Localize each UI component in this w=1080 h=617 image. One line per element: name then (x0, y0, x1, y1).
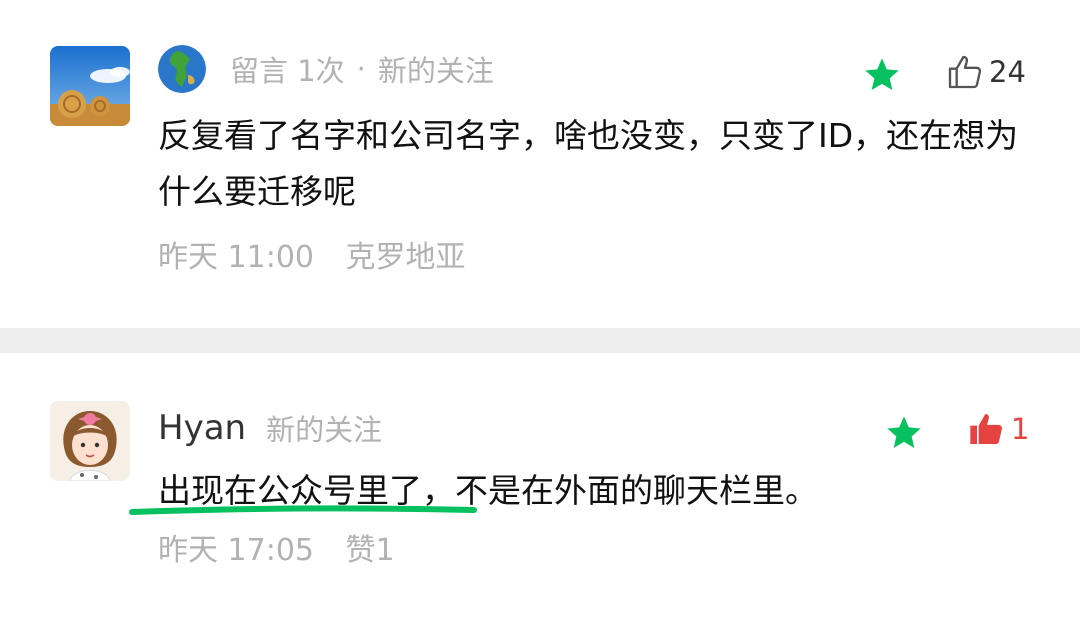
nickname[interactable]: Hyan (158, 408, 246, 448)
avatar[interactable] (50, 401, 130, 481)
comment-footer: 昨天 17:05 赞1 (158, 525, 395, 569)
star-icon[interactable] (862, 55, 902, 95)
like-button[interactable]: 24 (945, 52, 1026, 92)
comment-item: 留言 1次 · 新的关注 24 反复看了名字和公司名字，啥也没变，只变了ID，还… (0, 0, 1080, 328)
comment-location: 克罗地亚 (345, 240, 466, 275)
like-button[interactable]: 1 (967, 409, 1029, 449)
comment-time: 昨天 11:00 (158, 240, 314, 275)
thumbs-up-filled-icon (970, 414, 1002, 444)
comment-header: Hyan 新的关注 (158, 403, 382, 453)
comment-header: 留言 1次 · 新的关注 (158, 44, 494, 94)
comment-item: Hyan 新的关注 1 出现在公众号里了，不是在外面的聊天栏里。 昨天 17:0… (0, 353, 1080, 617)
separator-dot: · (356, 52, 366, 86)
avatar[interactable] (50, 46, 130, 126)
star-icon[interactable] (884, 413, 924, 453)
section-divider (0, 328, 1080, 353)
likes-footer: 赞1 (345, 533, 395, 568)
comment-text: 反复看了名字和公司名字，啥也没变，只变了ID，还在想为什么要迁移呢 (158, 116, 1019, 211)
comment-footer: 昨天 11:00 克罗地亚 (158, 232, 466, 276)
new-follower-label: 新的关注 (377, 54, 494, 88)
comment-count-label: 留言 1次 (230, 54, 345, 88)
globe-avatar-icon[interactable] (158, 45, 206, 93)
like-count: 24 (989, 55, 1026, 89)
new-follower-label: 新的关注 (266, 413, 383, 447)
like-count: 1 (1011, 412, 1030, 446)
highlight-underline (129, 505, 477, 515)
thumbs-up-outline-icon (948, 55, 982, 89)
comment-time: 昨天 17:05 (158, 533, 314, 568)
